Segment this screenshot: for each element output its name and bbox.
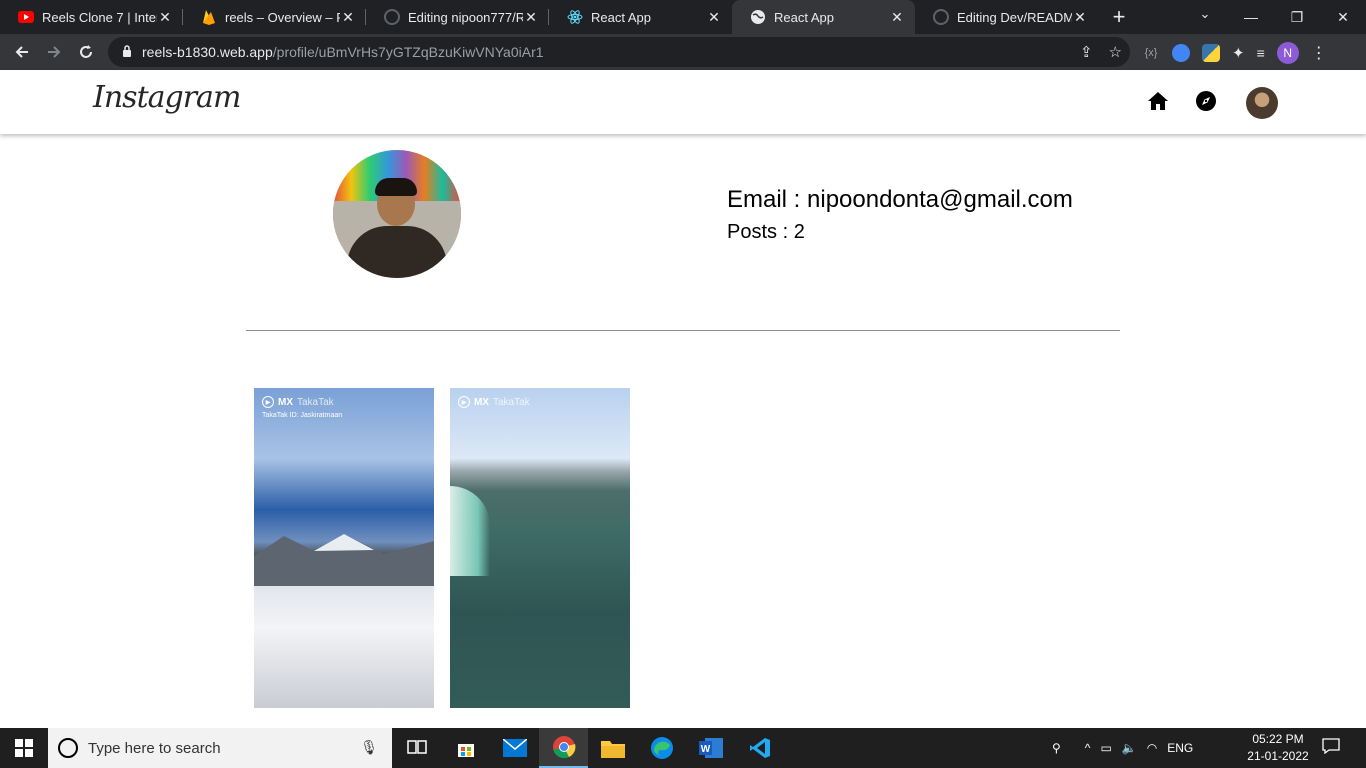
youtube-icon xyxy=(18,9,34,25)
arrow-left-icon xyxy=(15,46,28,58)
profile-posts-count: Posts : 2 xyxy=(727,221,805,243)
forward-button[interactable] xyxy=(38,36,70,68)
chrome-icon[interactable] xyxy=(539,728,588,768)
browser-tab[interactable]: Reels Clone 7 | Interse ✕ xyxy=(0,0,183,34)
address-bar[interactable]: reels-b1830.web.app/profile/uBmVrHs7yGTZ… xyxy=(108,37,1130,67)
waterfall-image xyxy=(450,486,490,576)
python-extension-icon[interactable] xyxy=(1202,44,1220,62)
tab-title: Reels Clone 7 | Interse xyxy=(42,9,157,25)
close-icon[interactable]: ✕ xyxy=(889,9,905,26)
tab-title: React App xyxy=(774,9,834,25)
url-path: /profile/uBmVrHs7yGTZqBzuKiwVNYa0iAr1 xyxy=(272,44,544,60)
close-icon[interactable]: ✕ xyxy=(1072,9,1088,26)
vscode-icon[interactable] xyxy=(735,728,784,768)
battery-icon[interactable]: ▭ xyxy=(1100,741,1111,755)
close-icon[interactable]: ✕ xyxy=(706,9,722,26)
app-header: Instagram xyxy=(0,70,1366,134)
arrow-right-icon xyxy=(48,46,61,58)
profile-picture xyxy=(333,150,461,278)
globe-icon xyxy=(750,9,766,25)
post-tag: TakaTak ID: Jaskiratmaan xyxy=(262,412,343,419)
clock-date: 21-01-2022 xyxy=(1247,749,1309,763)
post-thumbnail[interactable]: ▶ MX TakaTak TakaTak ID: Jaskiratmaan xyxy=(254,388,434,708)
back-button[interactable] xyxy=(6,36,38,68)
extension-icon[interactable] xyxy=(1172,44,1190,62)
url-host: reels-b1830.web.app xyxy=(142,44,273,60)
mx-watermark: ▶ MX TakaTak xyxy=(262,396,334,408)
avatar[interactable] xyxy=(1246,87,1278,119)
close-icon[interactable]: ✕ xyxy=(340,9,356,26)
reload-icon xyxy=(80,45,92,58)
extensions-area: {x} ✦ ≡ N ⋮ xyxy=(1142,42,1327,64)
chevron-up-icon[interactable]: ^ xyxy=(1085,741,1091,755)
file-explorer-icon[interactable] xyxy=(588,728,637,768)
play-icon: ▶ xyxy=(262,396,274,408)
minimize-button[interactable]: — xyxy=(1228,9,1274,25)
chevron-down-icon[interactable]: ⌄ xyxy=(1193,6,1217,22)
profile-avatar-button[interactable]: N xyxy=(1276,42,1299,64)
microphone-icon[interactable]: 🎙 xyxy=(360,739,378,756)
tab-title: Editing nipoon777/RE xyxy=(408,9,523,25)
divider xyxy=(246,330,1120,331)
microsoft-store-icon[interactable] xyxy=(441,728,490,768)
browser-tab-active[interactable]: React App ✕ xyxy=(732,0,915,34)
taskbar-search-input[interactable]: Type here to search 🎙 xyxy=(48,728,392,768)
mountains-image xyxy=(254,534,434,586)
browser-tab[interactable]: reels – Overview – Fire ✕ xyxy=(183,0,366,34)
lock-icon xyxy=(122,44,132,60)
close-icon[interactable]: ✕ xyxy=(157,9,173,26)
restore-button[interactable]: ❐ xyxy=(1274,9,1320,26)
browser-toolbar: reels-b1830.web.app/profile/uBmVrHs7yGTZ… xyxy=(0,34,1366,70)
star-icon[interactable]: ☆ xyxy=(1109,43,1122,61)
media-icon[interactable]: ≡ xyxy=(1257,45,1265,61)
github-icon xyxy=(933,9,949,25)
variable-extension-icon[interactable]: {x} xyxy=(1142,44,1160,62)
tab-title: React App xyxy=(591,9,651,25)
puzzle-icon[interactable]: ✦ xyxy=(1232,44,1245,62)
mx-watermark: ▶ MX TakaTak xyxy=(458,396,530,408)
search-icon xyxy=(58,738,78,758)
browser-tab[interactable]: React App ✕ xyxy=(549,0,732,34)
profile-email: Email : nipoondonta@gmail.com xyxy=(727,186,1073,213)
clock[interactable]: 05:22 PM 21-01-2022 xyxy=(1246,731,1310,765)
system-tray: ⚲ ^ ▭ 🔈 ◠ ENG xyxy=(1052,728,1193,768)
language-indicator[interactable]: ENG xyxy=(1167,741,1193,755)
home-icon[interactable] xyxy=(1147,91,1169,116)
play-icon: ▶ xyxy=(458,396,470,408)
post-thumbnail[interactable]: ▶ MX TakaTak xyxy=(450,388,630,708)
taskbar: Type here to search 🎙 W ⚲ ^ ▭ 🔈 ◠ ENG 05… xyxy=(0,728,1366,768)
volume-icon[interactable]: 🔈 xyxy=(1122,741,1137,755)
mail-icon[interactable] xyxy=(490,728,539,768)
edge-icon[interactable] xyxy=(637,728,686,768)
close-icon[interactable]: ✕ xyxy=(523,9,539,26)
browser-tab[interactable]: Editing Dev/READMEs ✕ xyxy=(915,0,1098,34)
react-icon xyxy=(567,9,583,25)
menu-icon[interactable]: ⋮ xyxy=(1311,43,1327,63)
clock-time: 05:22 PM xyxy=(1252,732,1304,746)
people-icon[interactable]: ⚲ xyxy=(1052,741,1061,755)
task-view-icon[interactable] xyxy=(392,728,441,768)
browser-tab-strip: Reels Clone 7 | Interse ✕ reels – Overvi… xyxy=(0,0,1366,34)
word-icon[interactable]: W xyxy=(686,728,735,768)
explore-icon[interactable] xyxy=(1195,90,1217,117)
search-placeholder: Type here to search xyxy=(88,739,221,757)
share-icon[interactable]: ⇪ xyxy=(1080,43,1093,61)
browser-tab[interactable]: Editing nipoon777/RE ✕ xyxy=(366,0,549,34)
tab-title: reels – Overview – Fire xyxy=(225,9,340,25)
github-icon xyxy=(384,9,400,25)
wifi-icon[interactable]: ◠ xyxy=(1147,741,1157,755)
notification-icon[interactable] xyxy=(1322,738,1342,758)
firebase-icon xyxy=(201,9,217,25)
tab-title: Editing Dev/READMEs xyxy=(957,9,1072,25)
instagram-logo[interactable]: Instagram xyxy=(93,80,241,115)
new-tab-button[interactable]: + xyxy=(1102,0,1136,34)
windows-start-icon[interactable] xyxy=(0,728,48,768)
close-window-button[interactable]: ✕ xyxy=(1320,9,1366,26)
reload-button[interactable] xyxy=(70,36,102,68)
window-controls: — ❐ ✕ xyxy=(1228,0,1366,34)
svg-text:W: W xyxy=(700,744,710,755)
